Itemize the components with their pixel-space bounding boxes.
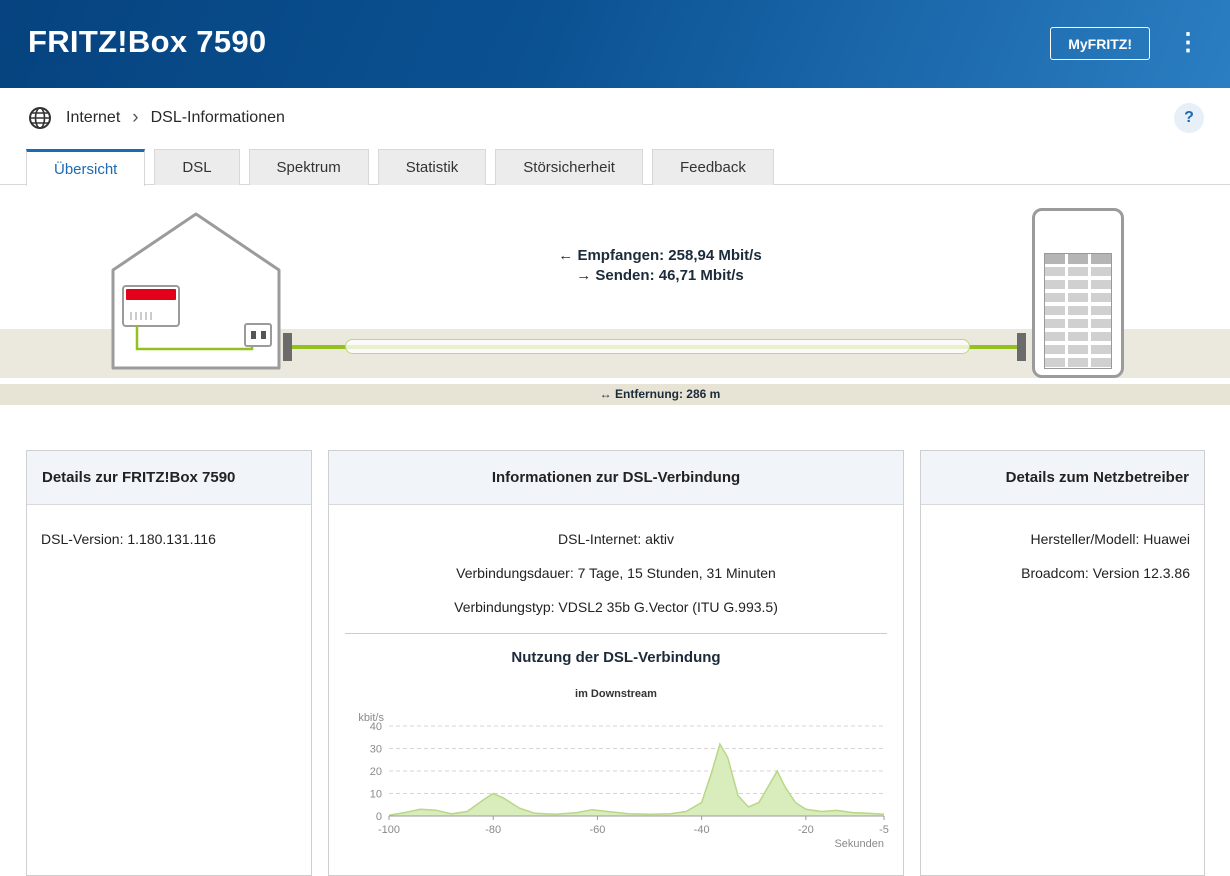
card-operator-title: Details zum Netzbetreiber [921,451,1204,505]
connection-duration: Verbindungsdauer: 7 Tage, 15 Stunden, 31… [329,565,903,581]
connection-speed-info: ← Empfangen: 258,94 Mbit/s → Senden: 46,… [290,246,1030,286]
dslam-cabinet-illustration [1032,208,1124,378]
svg-text:-60: -60 [589,824,605,836]
connection-type: Verbindungstyp: VDSL2 35b G.Vector (ITU … [329,599,903,615]
tab-dsl[interactable]: DSL [154,149,239,185]
svg-text:-20: -20 [798,824,814,836]
card-network-operator: Details zum Netzbetreiber Hersteller/Mod… [920,450,1205,876]
help-button[interactable]: ? [1174,103,1204,133]
cable-connector-right [1017,333,1026,361]
send-rate: → Senden: 46,71 Mbit/s [290,266,1030,286]
dsl-usage-chart: 010203040kbit/s-100-80-60-40-20-5Sekunde… [335,712,903,857]
receive-rate: ← Empfangen: 258,94 Mbit/s [290,246,1030,266]
operator-vendor: Hersteller/Modell: Huawei [935,531,1190,547]
operator-version: Broadcom: Version 12.3.86 [935,565,1190,581]
tab-spektrum[interactable]: Spektrum [249,149,369,185]
card-dsl-connection-info: Informationen zur DSL-Verbindung DSL-Int… [328,450,904,876]
svg-text:0: 0 [376,811,382,823]
breadcrumb: Internet › DSL-Informationen [0,88,1230,148]
svg-text:-100: -100 [378,824,400,836]
card-fritzbox-title: Details zur FRITZ!Box 7590 [27,451,311,505]
house-illustration [103,208,289,378]
tab-uebersicht[interactable]: Übersicht [26,149,145,186]
card-fritzbox-details: Details zur FRITZ!Box 7590 DSL-Version: … [26,450,312,876]
app-title: FRITZ!Box 7590 [28,24,266,60]
dsl-connection-diagram: ← Empfangen: 258,94 Mbit/s → Senden: 46,… [0,186,1230,405]
breadcrumb-page: DSL-Informationen [151,109,285,127]
dsl-version-value: DSL-Version: 1.180.131.116 [41,531,297,547]
card-connection-title: Informationen zur DSL-Verbindung [329,451,903,505]
tab-statistik[interactable]: Statistik [378,149,487,185]
dsl-internet-status: DSL-Internet: aktiv [329,531,903,547]
wall-socket [245,324,271,346]
distance-strip: ↔ Entfernung: 286 m [0,384,1230,405]
svg-text:10: 10 [370,789,382,801]
dsl-cable-capsule [345,339,970,354]
svg-text:30: 30 [370,744,382,756]
tabs-bar: Übersicht DSL Spektrum Statistik Störsic… [26,149,774,186]
breadcrumb-separator-icon: › [132,107,138,129]
svg-text:-40: -40 [694,824,710,836]
svg-text:-5: -5 [879,824,889,836]
usage-chart-subtitle: im Downstream [329,688,903,700]
dslam-rack-grid [1044,253,1112,369]
tab-feedback[interactable]: Feedback [652,149,774,185]
fritzbox-red-band [126,289,176,300]
breadcrumb-section[interactable]: Internet [66,109,120,127]
distance-label: ↔ Entfernung: 286 m [290,387,1030,401]
kebab-menu-icon[interactable]: ⋮ [1176,28,1200,58]
myfritz-button[interactable]: MyFRITZ! [1050,27,1150,60]
svg-text:-80: -80 [485,824,501,836]
globe-icon [28,106,52,130]
app-header: FRITZ!Box 7590 MyFRITZ! ⋮ [0,0,1230,88]
svg-text:20: 20 [370,766,382,778]
svg-text:Sekunden: Sekunden [834,838,884,850]
usage-chart-title: Nutzung der DSL-Verbindung [329,649,903,666]
svg-text:kbit/s: kbit/s [358,712,384,724]
section-divider [345,633,887,634]
tab-stoersicherheit[interactable]: Störsicherheit [495,149,643,185]
